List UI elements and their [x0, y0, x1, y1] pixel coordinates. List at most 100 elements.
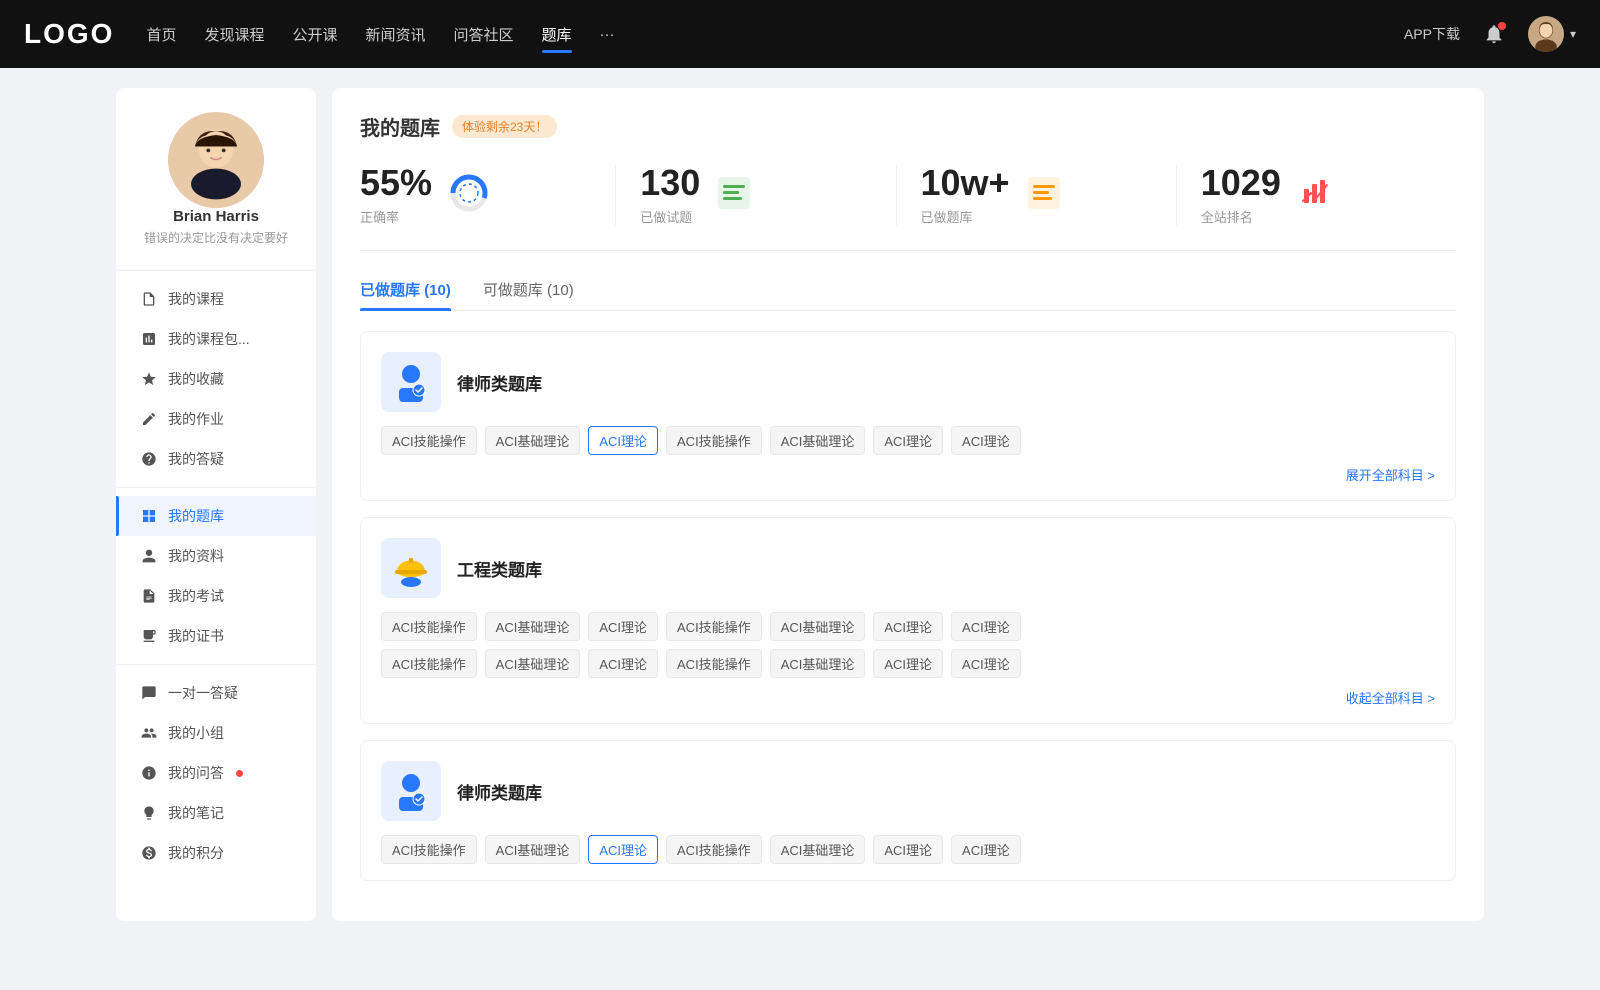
sidebar-item-my-data[interactable]: 我的资料	[116, 536, 316, 576]
bank-header-3: 律师类题库	[381, 761, 1435, 821]
tag[interactable]: ACI理论	[951, 649, 1021, 678]
tag[interactable]: ACI技能操作	[666, 612, 762, 641]
sidebar-item-my-homework[interactable]: 我的作业	[116, 399, 316, 439]
sidebar-item-my-courses[interactable]: 我的课程	[116, 279, 316, 319]
stat-rank-value: 1029	[1201, 165, 1281, 201]
nav-more[interactable]: ···	[600, 22, 615, 47]
tag[interactable]: ACI基础理论	[485, 426, 581, 455]
user-avatar-area[interactable]: ▾	[1528, 16, 1576, 52]
menu-label: 我的积分	[168, 843, 224, 863]
list-green-icon	[716, 175, 752, 216]
menu-label: 我的笔记	[168, 803, 224, 823]
sidebar-item-my-points[interactable]: 我的积分	[116, 833, 316, 873]
sidebar-item-my-bank[interactable]: 我的题库	[116, 496, 316, 536]
menu-label: 我的课程	[168, 289, 224, 309]
navbar-right: APP下载 ▾	[1404, 16, 1576, 52]
points-icon	[140, 844, 158, 862]
tag[interactable]: ACI基础理论	[770, 612, 866, 641]
stat-done-banks-value: 10w+	[921, 165, 1010, 201]
nav-public[interactable]: 公开课	[292, 20, 337, 49]
stat-done-questions-value: 130	[640, 165, 700, 201]
tag[interactable]: ACI理论	[873, 612, 943, 641]
divider-3	[116, 664, 316, 665]
sidebar-item-one-on-one[interactable]: 一对一答疑	[116, 673, 316, 713]
tag[interactable]: ACI基础理论	[770, 649, 866, 678]
sidebar-item-my-exam[interactable]: 我的考试	[116, 576, 316, 616]
doc-icon	[140, 587, 158, 605]
tab-available-banks[interactable]: 可做题库 (10)	[483, 279, 574, 310]
tag[interactable]: ACI技能操作	[666, 835, 762, 864]
bank-title-3: 律师类题库	[457, 779, 542, 804]
stat-done-banks: 10w+ 已做题库	[897, 165, 1177, 226]
tag[interactable]: ACI理论	[588, 649, 658, 678]
nav-bank[interactable]: 题库	[542, 20, 572, 49]
menu-label: 我的题库	[168, 506, 224, 526]
expand-link-1[interactable]: 展开全部科目 >	[1346, 465, 1435, 484]
bank-item-lawyer-1: 律师类题库 ACI技能操作 ACI基础理论 ACI理论 ACI技能操作 ACI基…	[360, 331, 1456, 501]
nav-qa[interactable]: 问答社区	[454, 20, 514, 49]
sidebar: Brian Harris 错误的决定比没有决定要好 我的课程 我的课程包... …	[116, 88, 316, 921]
tag[interactable]: ACI基础理论	[485, 612, 581, 641]
menu-label: 我的作业	[168, 409, 224, 429]
star-icon	[140, 370, 158, 388]
tag[interactable]: ACI技能操作	[666, 649, 762, 678]
tab-done-banks[interactable]: 已做题库 (10)	[360, 279, 451, 310]
tag[interactable]: ACI理论	[951, 612, 1021, 641]
file-icon	[140, 290, 158, 308]
content-header: 我的题库 体验剩余23天！	[360, 112, 1456, 141]
sidebar-item-my-questions[interactable]: 我的答疑	[116, 439, 316, 479]
tag-active[interactable]: ACI理论	[588, 835, 658, 864]
collapse-link-2[interactable]: 收起全部科目 >	[1346, 688, 1435, 707]
menu-label: 一对一答疑	[168, 683, 238, 703]
sidebar-item-my-notes[interactable]: 我的笔记	[116, 793, 316, 833]
tag[interactable]: ACI理论	[873, 649, 943, 678]
lawyer-icon-2	[381, 761, 441, 821]
group-icon	[140, 724, 158, 742]
grid-icon	[140, 507, 158, 525]
app-download-button[interactable]: APP下载	[1404, 24, 1460, 44]
sidebar-item-my-qa[interactable]: 我的问答	[116, 753, 316, 793]
sidebar-item-my-favorites[interactable]: 我的收藏	[116, 359, 316, 399]
tag[interactable]: ACI理论	[588, 612, 658, 641]
engineer-icon	[381, 538, 441, 598]
menu-label: 我的资料	[168, 546, 224, 566]
tag[interactable]: ACI基础理论	[770, 835, 866, 864]
tag[interactable]: ACI理论	[951, 835, 1021, 864]
tag-active[interactable]: ACI理论	[588, 426, 658, 455]
notification-bell[interactable]	[1480, 20, 1508, 48]
tag[interactable]: ACI技能操作	[381, 649, 477, 678]
bank-tags-3: ACI技能操作 ACI基础理论 ACI理论 ACI技能操作 ACI基础理论 AC…	[381, 835, 1435, 864]
notification-dot	[1498, 22, 1506, 30]
sidebar-item-my-group[interactable]: 我的小组	[116, 713, 316, 753]
bank-title-1: 律师类题库	[457, 370, 542, 395]
nav-news[interactable]: 新闻资讯	[366, 20, 426, 49]
profile-name: Brian Harris	[173, 208, 259, 225]
bank-header-1: 律师类题库	[381, 352, 1435, 412]
bank-title-2: 工程类题库	[457, 556, 542, 581]
tag[interactable]: ACI技能操作	[381, 426, 477, 455]
tag[interactable]: ACI基础理论	[770, 426, 866, 455]
user-avatar	[1528, 16, 1564, 52]
tag[interactable]: ACI基础理论	[485, 835, 581, 864]
nav-home[interactable]: 首页	[146, 20, 176, 49]
sidebar-item-my-packages[interactable]: 我的课程包...	[116, 319, 316, 359]
stat-accuracy-value: 55%	[360, 165, 432, 201]
tag[interactable]: ACI基础理论	[485, 649, 581, 678]
tag[interactable]: ACI技能操作	[381, 612, 477, 641]
bank-tags-1: ACI技能操作 ACI基础理论 ACI理论 ACI技能操作 ACI基础理论 AC…	[381, 426, 1435, 455]
tag[interactable]: ACI理论	[951, 426, 1021, 455]
divider-1	[116, 270, 316, 271]
nav-courses[interactable]: 发现课程	[204, 20, 264, 49]
sidebar-item-my-cert[interactable]: 我的证书	[116, 616, 316, 656]
navbar: LOGO 首页 发现课程 公开课 新闻资讯 问答社区 题库 ··· APP下载	[0, 0, 1600, 68]
tag[interactable]: ACI技能操作	[666, 426, 762, 455]
chat-icon	[140, 684, 158, 702]
menu-label: 我的考试	[168, 586, 224, 606]
lawyer-icon-1	[381, 352, 441, 412]
qa-icon	[140, 764, 158, 782]
menu-label: 我的收藏	[168, 369, 224, 389]
tag[interactable]: ACI理论	[873, 835, 943, 864]
tag[interactable]: ACI技能操作	[381, 835, 477, 864]
stats-row: 55% 正确率 130 已做试题	[360, 165, 1456, 251]
tag[interactable]: ACI理论	[873, 426, 943, 455]
